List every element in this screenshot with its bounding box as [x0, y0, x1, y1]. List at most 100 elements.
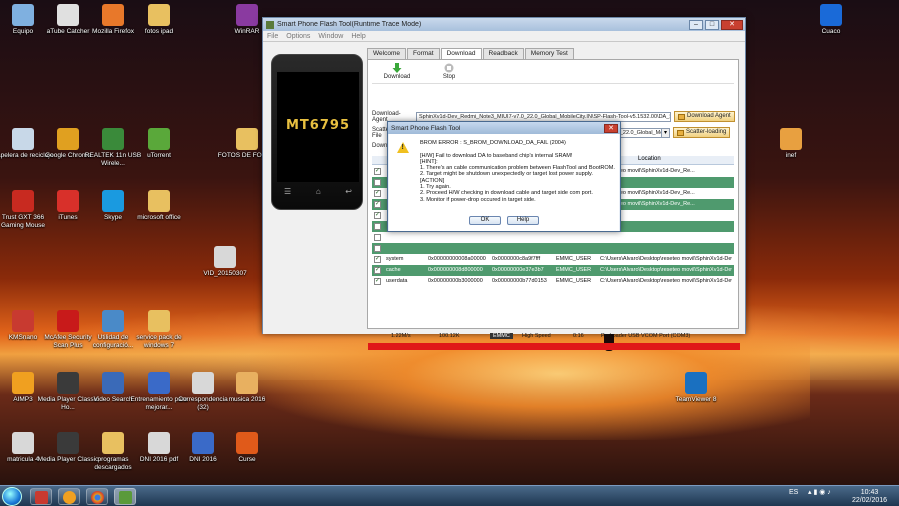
menu-options[interactable]: Options — [286, 33, 310, 40]
music-folder-icon — [236, 372, 258, 394]
stop-icon — [444, 63, 454, 73]
desktop-icon-label: uTorrent — [147, 152, 171, 159]
table-row[interactable] — [372, 232, 734, 243]
cell-region: EMMC_USER — [556, 256, 592, 262]
row-checkbox[interactable] — [374, 234, 381, 241]
dialog-title-bar[interactable]: Smart Phone Flash Tool ✕ — [388, 122, 620, 134]
status-bar: 1.22M/s 100.12K EMMC High Speed 0:16 Pre… — [367, 333, 739, 341]
stop-button[interactable]: Stop — [434, 63, 464, 80]
desktop-icon[interactable]: TeamViewer 8 — [665, 372, 727, 404]
taskbar-flash-tool[interactable] — [114, 488, 136, 505]
tray-clock[interactable]: 10:43 22/02/2016 — [852, 489, 887, 505]
cell-end: 0x0000000c8a9f7fff — [492, 256, 541, 262]
desktop-icon[interactable]: Curse — [216, 432, 278, 464]
row-checkbox[interactable]: ✓ — [374, 168, 381, 175]
cell-name: cache — [386, 267, 401, 273]
download-agent-field[interactable]: SphinXv1d-Dev_Redmi_Note3_MIUI7-v7.0_22.… — [416, 111, 671, 122]
cell-region: EMMC_USER — [556, 278, 592, 284]
computer-icon — [12, 4, 34, 26]
desktop-icon-label: Curse — [238, 456, 256, 463]
download-button[interactable]: Download — [382, 63, 412, 80]
dialog-close-button[interactable]: ✕ — [604, 123, 618, 133]
scatter-button[interactable]: Scatter-loading — [673, 127, 731, 138]
itunes-icon — [57, 190, 79, 212]
row-checkbox[interactable]: ✓ — [374, 190, 381, 197]
desktop-icon[interactable]: fotos ipad — [128, 4, 190, 36]
aimp-icon — [12, 372, 34, 394]
desktop-icon[interactable]: Cuaco — [800, 4, 862, 36]
row-checkbox[interactable]: ✓ — [374, 267, 381, 274]
cell-begin: 0x00000000008a00000 — [428, 256, 486, 262]
title-bar[interactable]: Smart Phone Flash Tool(Runtime Trace Mod… — [263, 18, 745, 31]
status-mode: High Speed — [522, 333, 551, 339]
row-checkbox[interactable]: ✓ — [374, 278, 381, 285]
start-button[interactable] — [2, 487, 22, 506]
menu-file[interactable]: File — [267, 33, 278, 40]
tab-readback[interactable]: Readback — [482, 48, 524, 59]
phone-nav-keys: ☰ ⌂ ↩ — [284, 187, 352, 196]
atube-icon — [57, 4, 79, 26]
taskbar: ES ▴ ▮ ◉ ♪ 10:43 22/02/2016 — [0, 485, 899, 506]
desktop-icon[interactable]: inef — [760, 128, 822, 160]
flash-tool-icon — [119, 491, 132, 504]
mpc-icon — [57, 372, 79, 394]
minimize-button[interactable]: – — [689, 19, 703, 30]
table-row[interactable]: ✓ system 0x00000000008a00000 0x0000000c8a9f… — [372, 254, 734, 265]
close-button[interactable]: ✕ — [721, 19, 743, 30]
skype-icon — [102, 190, 124, 212]
cell-name: userdata — [386, 278, 408, 284]
desktop-icon[interactable]: service pack de windows 7 — [128, 310, 190, 350]
kmsnano-icon — [12, 310, 34, 332]
dialog-title: Smart Phone Flash Tool — [391, 124, 461, 132]
tab-format[interactable]: Format — [406, 48, 440, 59]
taskbar-app-icon — [35, 491, 48, 504]
recycle-bin-icon — [12, 128, 34, 150]
table-row[interactable]: ✓ userdata 0x00000000b3000000 0x00000000b77… — [372, 276, 734, 287]
row-checkbox[interactable] — [374, 245, 381, 252]
aimp-icon — [63, 491, 76, 504]
progress-bar — [368, 343, 740, 350]
download-agent-button[interactable]: Download Agent — [674, 111, 735, 122]
ok-button[interactable]: OK — [469, 216, 501, 225]
desktop-icon[interactable]: uTorrent — [128, 128, 190, 160]
status-speed: 1.22M/s — [391, 333, 411, 339]
desktop-icon-label: fotos ipad — [144, 28, 174, 35]
help-button[interactable]: Help — [507, 216, 539, 225]
tab-welcome[interactable]: Welcome — [367, 48, 406, 59]
tab-memory-test[interactable]: Memory Test — [524, 48, 574, 59]
desktop-icon[interactable]: musica 2016 — [216, 372, 278, 404]
toolbar-separator — [372, 83, 734, 84]
row-checkbox[interactable]: ✓ — [374, 212, 381, 219]
row-checkbox[interactable] — [374, 179, 381, 186]
desktop-icon[interactable]: microsoft office — [128, 190, 190, 222]
taskbar-app-2[interactable] — [58, 488, 80, 505]
warning-icon: ! — [397, 142, 409, 153]
utility-icon — [102, 310, 124, 332]
desktop-icon-label: microsoft office — [137, 214, 181, 221]
inef-icon — [780, 128, 802, 150]
table-row[interactable]: ✓ cache 0x000000008d800000 0x00000000e37e3b… — [372, 265, 734, 276]
row-checkbox[interactable]: ✓ — [374, 256, 381, 263]
mouse-icon — [12, 190, 34, 212]
row-checkbox[interactable]: ✓ — [374, 201, 381, 208]
desktop-icon-label: VID_20150307 — [203, 270, 247, 277]
menu-help[interactable]: Help — [351, 33, 365, 40]
taskbar-app-1[interactable] — [30, 488, 52, 505]
chrome-icon — [91, 491, 104, 504]
tray-language[interactable]: ES — [789, 489, 798, 497]
maximize-button[interactable]: □ — [705, 19, 719, 30]
folder-open-icon — [677, 129, 684, 136]
tray-icons[interactable]: ▴ ▮ ◉ ♪ — [808, 489, 831, 497]
menu-window[interactable]: Window — [318, 33, 343, 40]
download-label: Download — [383, 74, 411, 80]
scatter-dropdown-icon[interactable]: ▾ — [662, 127, 670, 138]
cell-end: 0x00000000b77d0153 — [492, 278, 547, 284]
row-checkbox[interactable] — [374, 223, 381, 230]
cell-name: system — [386, 256, 404, 262]
winrar-icon — [236, 4, 258, 26]
taskbar-chrome[interactable] — [86, 488, 108, 505]
desktop-icon[interactable]: VID_20150307 — [194, 246, 256, 278]
status-storage: EMMC — [490, 333, 513, 339]
folder-icon — [148, 4, 170, 26]
table-row[interactable] — [372, 243, 734, 254]
